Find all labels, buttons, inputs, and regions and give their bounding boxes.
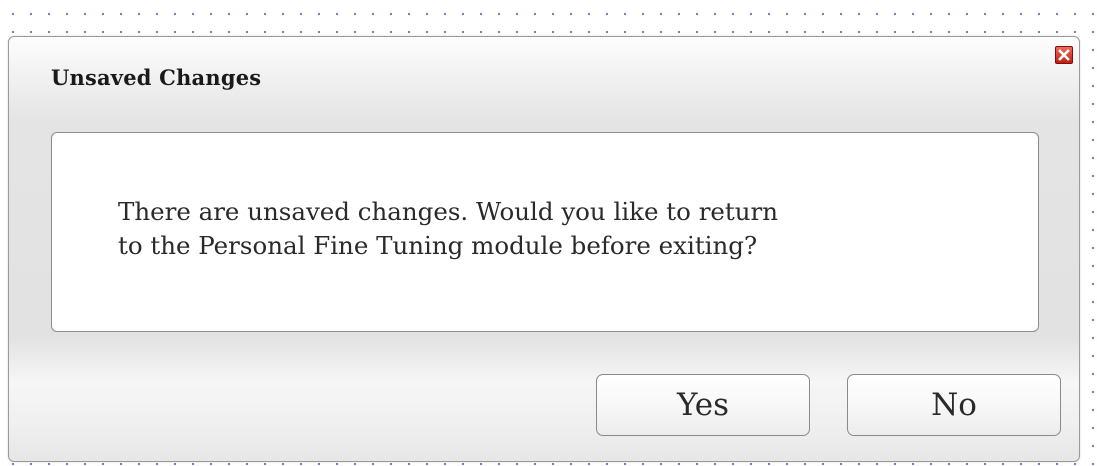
no-button[interactable]: No (847, 374, 1061, 436)
message-line-2: to the Personal Fine Tuning module befor… (118, 231, 758, 260)
message-panel: There are unsaved changes. Would you lik… (51, 132, 1039, 332)
dialog-title: Unsaved Changes (51, 65, 262, 90)
message-line-1: There are unsaved changes. Would you lik… (118, 197, 779, 226)
yes-button[interactable]: Yes (596, 374, 810, 436)
close-icon (1058, 49, 1070, 61)
close-button[interactable] (1055, 46, 1073, 64)
message-text: There are unsaved changes. Would you lik… (118, 195, 978, 263)
unsaved-changes-dialog: Unsaved Changes There are unsaved change… (8, 36, 1080, 462)
